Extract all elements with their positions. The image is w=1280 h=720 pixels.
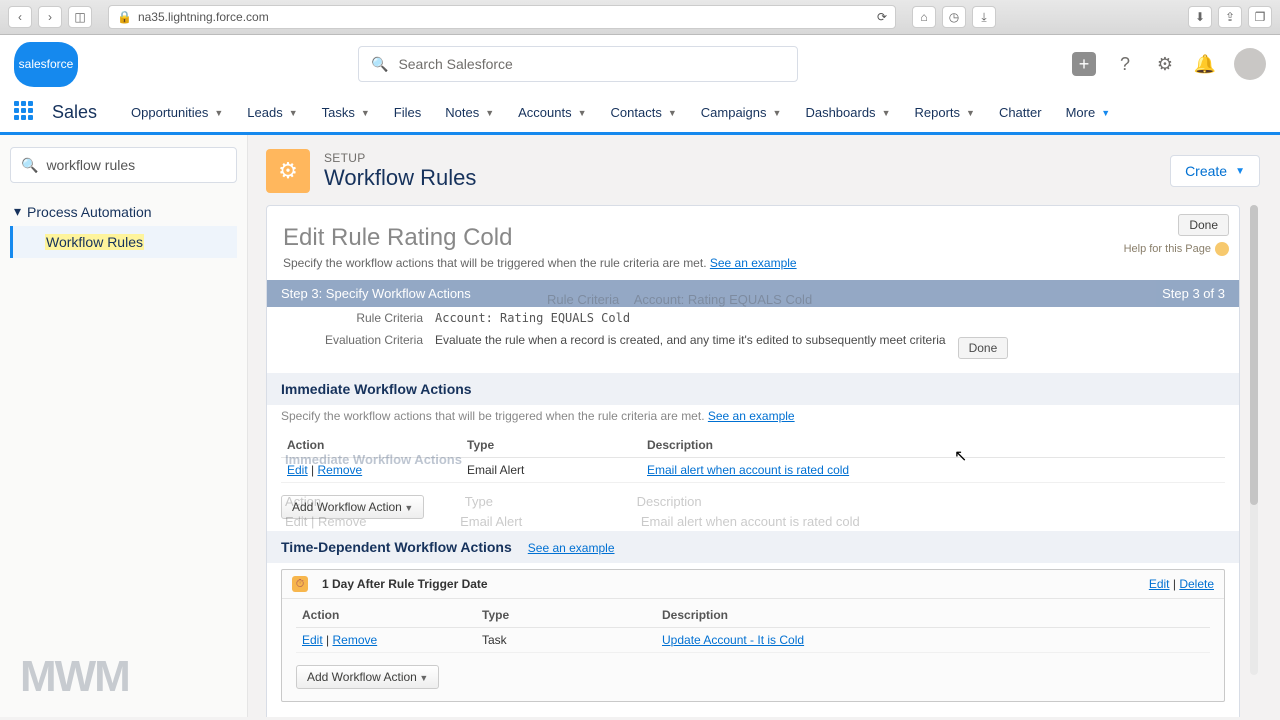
sidebar-item-workflow-rules[interactable]: Workflow Rules — [10, 226, 237, 258]
help-icon[interactable]: ? — [1114, 53, 1136, 75]
watermark: MWM — [20, 652, 129, 702]
home-icon[interactable]: ⌂ — [912, 6, 936, 28]
nav-accounts[interactable]: Accounts▼ — [508, 97, 596, 128]
evaluation-criteria-label: Evaluation Criteria — [283, 333, 423, 363]
help-for-page-link[interactable]: Help for this Page — [1124, 242, 1229, 256]
rule-criteria-value: Account: Rating EQUALS Cold — [435, 311, 630, 325]
setup-gear-icon[interactable]: ⚙ — [1154, 53, 1176, 75]
table-row: Edit | Remove Email Alert Email alert wh… — [281, 458, 1225, 483]
col-type: Type — [461, 433, 641, 458]
immediate-actions-subtitle: Specify the workflow actions that will b… — [267, 405, 1239, 433]
create-button[interactable]: Create▼ — [1170, 155, 1260, 187]
notifications-bell-icon[interactable]: 🔔 — [1194, 53, 1216, 75]
col-action: Action — [296, 603, 476, 628]
immediate-actions-table: Action Type Description Edit | Remove Em… — [281, 433, 1225, 483]
salesforce-logo[interactable]: salesforce — [14, 42, 78, 87]
download-icon[interactable]: ⬇ — [1188, 6, 1212, 28]
user-avatar[interactable] — [1234, 48, 1266, 80]
browser-url-text: na35.lightning.force.com — [138, 10, 269, 24]
nav-dashboards[interactable]: Dashboards▼ — [795, 97, 900, 128]
sidebar-search-input[interactable]: 🔍 workflow rules — [10, 147, 237, 183]
nav-files[interactable]: Files — [384, 97, 431, 128]
immediate-actions-heading: Immediate Workflow Actions — [267, 373, 1239, 405]
salesforce-header: salesforce 🔍 Search Salesforce + ? ⚙ 🔔 — [0, 35, 1280, 93]
remove-link[interactable]: Remove — [332, 633, 377, 647]
sidebar-search-value: workflow rules — [46, 157, 135, 173]
nav-chatter[interactable]: Chatter — [989, 97, 1052, 128]
edit-link[interactable]: Edit — [287, 463, 308, 477]
page-eyebrow: SETUP — [324, 151, 476, 165]
col-action: Action — [281, 433, 461, 458]
browser-forward-button[interactable]: › — [38, 6, 62, 28]
rule-criteria-label: Rule Criteria — [283, 311, 423, 325]
done-button-top[interactable]: Done — [1178, 214, 1229, 236]
rule-subtitle: Specify the workflow actions that will b… — [267, 256, 1239, 280]
nav-tasks[interactable]: Tasks▼ — [312, 97, 380, 128]
table-row: Edit | Remove Task Update Account - It i… — [296, 628, 1210, 653]
trigger-label: 1 Day After Rule Trigger Date — [322, 577, 488, 591]
page-header: ⚙ SETUP Workflow Rules Create▼ — [266, 149, 1260, 193]
nav-reports[interactable]: Reports▼ — [904, 97, 984, 128]
reload-icon[interactable]: ⟳ — [877, 10, 887, 24]
done-button-mid[interactable]: Done — [958, 337, 1009, 359]
add-workflow-action-button[interactable]: Add Workflow Action — [296, 665, 439, 689]
col-type: Type — [476, 603, 656, 628]
time-trigger-actions-table: Action Type Description Edit | Remove Ta… — [296, 603, 1210, 653]
help-icon — [1215, 242, 1229, 256]
col-description: Description — [656, 603, 1210, 628]
clock-icon: ⏱ — [292, 576, 308, 592]
chevron-down-icon: ▾ — [14, 203, 21, 220]
col-description: Description — [641, 433, 1225, 458]
nav-opportunities[interactable]: Opportunities▼ — [121, 97, 233, 128]
lock-icon: 🔒 — [117, 10, 132, 24]
global-search[interactable]: 🔍 Search Salesforce — [358, 46, 798, 82]
see-example-link[interactable]: See an example — [708, 409, 795, 423]
step-progress-bar: Step 3: Specify Workflow Actions Step 3 … — [267, 280, 1239, 307]
time-dependent-heading: Time-Dependent Workflow Actions — [281, 539, 512, 555]
action-description-link[interactable]: Email alert when account is rated cold — [647, 463, 849, 477]
search-icon: 🔍 — [371, 56, 388, 73]
primary-nav: Sales Opportunities▼ Leads▼ Tasks▼ Files… — [0, 93, 1280, 135]
remove-link[interactable]: Remove — [317, 463, 362, 477]
nav-notes[interactable]: Notes▼ — [435, 97, 504, 128]
time-dependent-heading-row: Time-Dependent Workflow Actions See an e… — [267, 531, 1239, 563]
trigger-delete-link[interactable]: Delete — [1179, 577, 1214, 591]
downloads-tray-icon[interactable]: ⤓ — [972, 6, 996, 28]
evaluation-criteria-value: Evaluate the rule when a record is creat… — [435, 333, 946, 363]
edit-link[interactable]: Edit — [302, 633, 323, 647]
global-add-button[interactable]: + — [1072, 52, 1096, 76]
nav-leads[interactable]: Leads▼ — [237, 97, 307, 128]
see-example-link[interactable]: See an example — [710, 256, 797, 270]
trigger-edit-link[interactable]: Edit — [1149, 577, 1170, 591]
browser-sidebar-button[interactable]: ◫ — [68, 6, 92, 28]
rule-title: Edit Rule Rating Cold — [267, 206, 1239, 256]
search-icon: 🔍 — [21, 157, 38, 174]
see-example-link[interactable]: See an example — [528, 541, 615, 555]
rule-editor-panel: Done Help for this Page Edit Rule Rating… — [266, 205, 1240, 717]
main-content: ⚙ SETUP Workflow Rules Create▼ Done Help… — [248, 135, 1280, 717]
nav-more[interactable]: More▼ — [1056, 97, 1121, 128]
add-workflow-action-button[interactable]: Add Workflow Action — [281, 495, 424, 519]
action-description-link[interactable]: Update Account - It is Cold — [662, 633, 804, 647]
browser-url-bar[interactable]: 🔒 na35.lightning.force.com ⟳ — [108, 5, 896, 29]
browser-chrome: ‹ › ◫ 🔒 na35.lightning.force.com ⟳ ⌂ ◷ ⤓… — [0, 0, 1280, 35]
app-name: Sales — [52, 102, 97, 123]
scrollbar-thumb[interactable] — [1250, 205, 1258, 505]
nav-contacts[interactable]: Contacts▼ — [601, 97, 687, 128]
action-type: Task — [476, 628, 656, 653]
action-type: Email Alert — [461, 458, 641, 483]
setup-gear-icon: ⚙ — [266, 149, 310, 193]
share-icon[interactable]: ⇪ — [1218, 6, 1242, 28]
history-icon[interactable]: ◷ — [942, 6, 966, 28]
search-placeholder: Search Salesforce — [398, 56, 512, 72]
setup-sidebar: 🔍 workflow rules ▾ Process Automation Wo… — [0, 135, 248, 717]
browser-back-button[interactable]: ‹ — [8, 6, 32, 28]
page-title: Workflow Rules — [324, 165, 476, 191]
nav-campaigns[interactable]: Campaigns▼ — [691, 97, 792, 128]
tabs-icon[interactable]: ❐ — [1248, 6, 1272, 28]
sidebar-section-process-automation[interactable]: ▾ Process Automation — [10, 197, 237, 226]
time-trigger-block: ⏱ 1 Day After Rule Trigger Date Edit | D… — [281, 569, 1225, 702]
app-launcher-icon[interactable] — [14, 101, 38, 125]
